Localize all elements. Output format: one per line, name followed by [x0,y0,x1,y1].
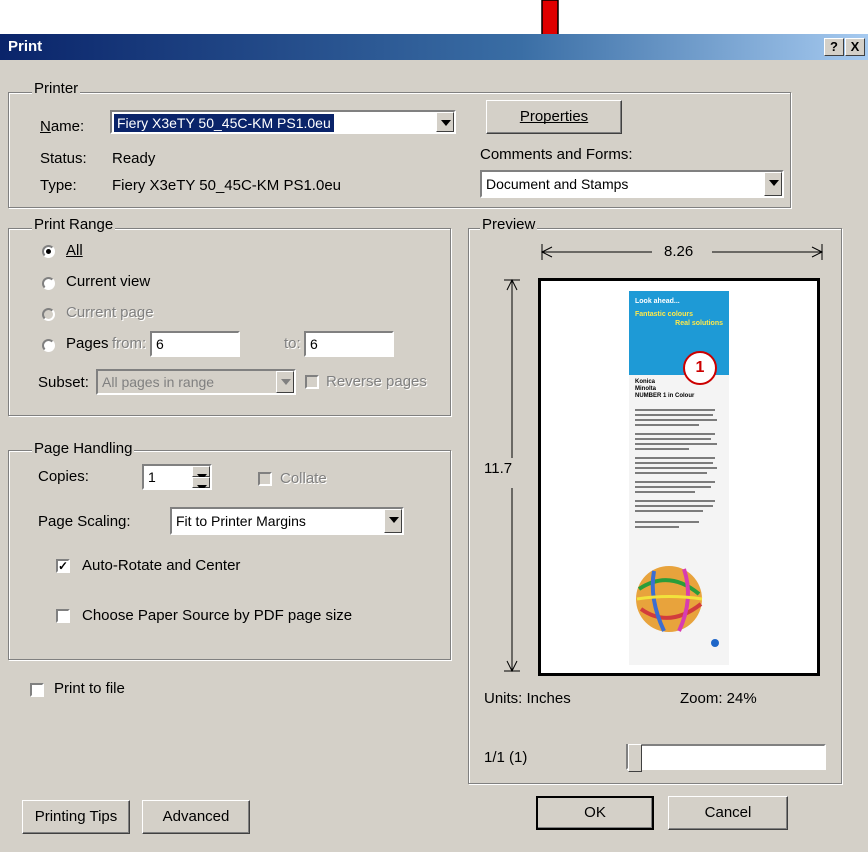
rubber-band-ball-icon [636,566,703,632]
preview-page: Look ahead... Fantastic colours Real sol… [538,278,820,676]
page-scaling-value: Fit to Printer Margins [176,513,306,529]
stepper-down-icon[interactable] [192,477,210,488]
document-thumbnail: Look ahead... Fantastic colours Real sol… [629,291,729,665]
thumbnail-body: Konica Minolta NUMBER 1 in Colour [629,375,729,404]
collate-checkbox[interactable] [258,472,272,486]
comments-forms-value: Document and Stamps [486,176,629,192]
stepper-up-icon[interactable] [192,466,210,480]
comments-forms-select[interactable]: Document and Stamps [480,170,784,198]
subset-label: Subset: [38,374,89,391]
paper-source-label: Choose Paper Source by PDF page size [82,607,353,624]
advanced-label: Advanced [162,808,230,825]
ok-button[interactable]: OK [536,796,654,830]
from-label: from: [112,335,147,352]
chevron-down-icon[interactable] [276,371,294,393]
copies-label: Copies: [38,468,89,485]
page-counter: 1/1 (1) [484,749,528,766]
page-scaling-label: Page Scaling: [38,513,131,530]
printing-tips-button[interactable]: Printing Tips [22,800,130,834]
page-handling-label: Page Handling [32,440,135,457]
copies-stepper[interactable] [192,466,210,488]
current-view-label: Current view [66,273,151,290]
help-button[interactable]: ? [824,38,844,56]
printer-group-label: Printer [32,80,81,97]
ok-label: OK [584,804,606,821]
current-view-radio[interactable] [42,277,55,290]
all-radio[interactable] [42,245,55,258]
all-label: All [66,242,83,259]
thumbnail-body2: Minolta [635,386,656,392]
current-page-radio[interactable] [42,308,55,321]
page-scaling-select[interactable]: Fit to Printer Margins [170,507,404,535]
from-input[interactable]: 6 [150,331,240,357]
print-range-label: Print Range [32,216,116,233]
subset-select[interactable]: All pages in range [96,369,296,395]
window-title: Print [8,38,43,55]
close-button[interactable]: X [845,38,865,56]
printing-tips-label: Printing Tips [34,808,118,825]
reverse-pages-label: Reverse pages [326,373,427,390]
properties-button[interactable]: Properties [486,100,622,134]
print-to-file-checkbox[interactable] [30,683,44,697]
copies-input[interactable]: 1 [142,464,212,490]
printer-name-select[interactable]: Fiery X3eTY 50_45C-KM PS1.0eu [110,110,456,134]
collate-label: Collate [280,470,327,487]
thumbnail-body3: NUMBER 1 in Colour [635,393,695,399]
auto-rotate-checkbox[interactable]: ✓ [56,559,70,573]
properties-button-label: Properties [519,108,589,125]
number-one-badge-icon: 1 [683,351,717,385]
type-value: Fiery X3eTY 50_45C-KM PS1.0eu [112,177,342,194]
pages-label: Pages [66,335,109,352]
page-slider-track[interactable] [626,744,826,772]
status-label: Status: [40,150,87,167]
to-label: to: [284,335,301,352]
thumbnail-heading3: Real solutions [675,320,723,327]
thumbnail-heading1: Look ahead... [635,298,680,305]
chevron-down-icon[interactable] [764,172,782,196]
chevron-down-icon[interactable] [436,112,454,132]
units-label: Units: Inches [484,690,571,707]
page-slider-thumb[interactable] [628,744,642,772]
paper-source-checkbox[interactable] [56,609,70,623]
type-label: Type: [40,177,77,194]
copies-value: 1 [148,469,156,485]
current-page-label: Current page [66,304,154,321]
cancel-label: Cancel [704,804,752,821]
thumbnail-heading2: Fantastic colours [635,311,693,318]
preview-group-label: Preview [480,216,538,233]
zoom-label: Zoom: 24% [680,690,757,707]
advanced-button[interactable]: Advanced [142,800,250,834]
thumbnail-text-lines-icon [635,409,717,528]
comments-forms-label: Comments and Forms: [480,146,633,163]
chevron-down-icon[interactable] [384,509,402,533]
name-label: Name: [40,118,85,135]
print-to-file-label: Print to file [54,680,125,697]
to-input[interactable]: 6 [304,331,394,357]
pages-radio[interactable] [42,339,55,352]
reverse-pages-checkbox[interactable] [305,375,319,389]
title-bar: Print ? X [0,34,868,60]
preview-height-value: 11.7 [484,460,513,477]
auto-rotate-label: Auto-Rotate and Center [82,557,241,574]
cancel-button[interactable]: Cancel [668,796,788,830]
logo-icon [711,639,719,647]
subset-value: All pages in range [102,374,215,390]
printer-name-value: Fiery X3eTY 50_45C-KM PS1.0eu [113,113,335,132]
status-value: Ready [112,150,156,167]
preview-width-value: 8.26 [664,243,694,260]
